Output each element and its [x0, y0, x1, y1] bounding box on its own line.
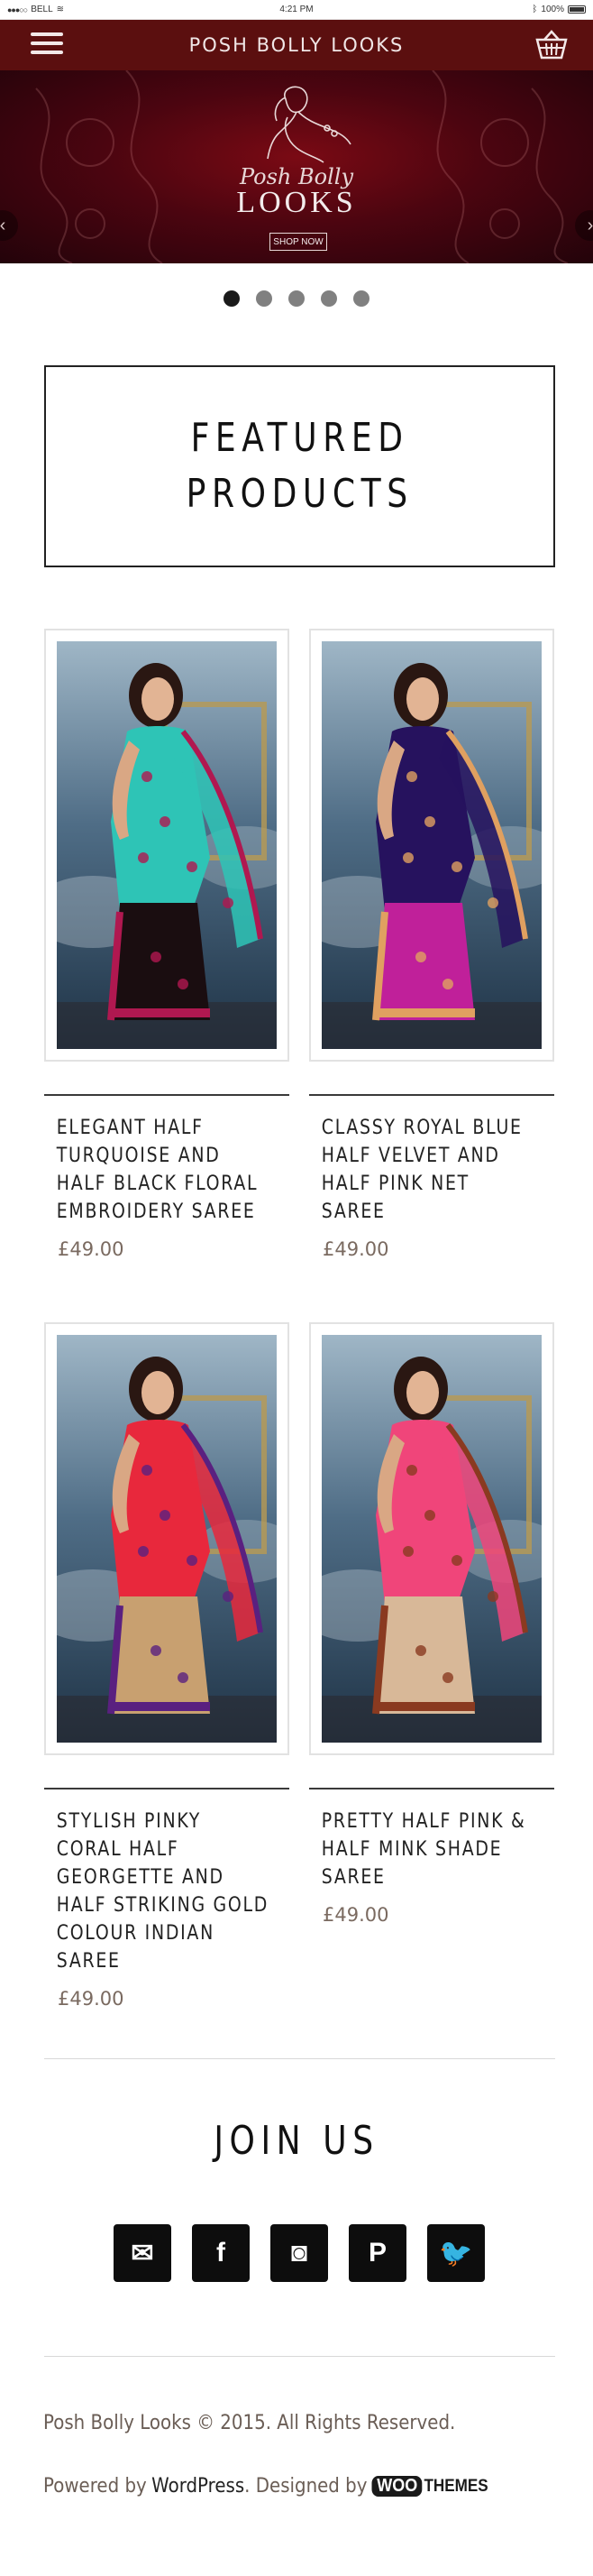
basket-icon[interactable] [534, 29, 570, 61]
clock: 4:21 PM [279, 5, 314, 14]
battery-icon [568, 5, 586, 14]
wordpress-link[interactable]: WordPress [151, 2475, 244, 2498]
woo-logo-part: WOO [371, 2476, 423, 2497]
pinterest-icon[interactable]: P [349, 2224, 406, 2282]
product-name[interactable]: Pretty Half Pink & Half Mink Shade Saree [309, 1808, 542, 1891]
product-price: £49.00 [58, 1988, 124, 2010]
slider-dot[interactable] [224, 290, 240, 307]
product-name[interactable]: Classy Royal Blue Half Velvet and Half P… [309, 1114, 542, 1226]
product-divider [44, 1788, 289, 1789]
shop-now-button[interactable]: SHOP NOW [269, 233, 327, 251]
slider-pagination [0, 290, 593, 307]
carrier-label: BELL [31, 5, 53, 14]
product-photo [295, 1335, 565, 1743]
featured-heading-line-1: FEATURED [190, 415, 409, 461]
product-photo [30, 641, 300, 1049]
status-right: ᛒ 100% [532, 5, 586, 14]
status-left: ●●●○○ BELL ≋ [7, 5, 64, 14]
product-price: £49.00 [323, 1238, 389, 1260]
product-image[interactable] [30, 629, 300, 1062]
product-image[interactable] [295, 1322, 565, 1755]
slider-dot[interactable] [321, 290, 337, 307]
slider-dot[interactable] [256, 290, 272, 307]
footer-divider [44, 2356, 555, 2357]
product-card[interactable]: Stylish Pinky Coral Half Georgette and H… [30, 1322, 300, 2010]
instagram-icon[interactable]: ◙ [270, 2224, 328, 2282]
section-divider [44, 2058, 555, 2059]
hero-banner[interactable]: Posh Bolly LOOKS SHOP NOW ‹ › [0, 70, 593, 263]
woman-illustration-icon [267, 86, 351, 163]
product-image[interactable] [295, 629, 565, 1062]
product-name[interactable]: Elegant Half Turquoise and Half Black Fl… [44, 1114, 277, 1226]
product-divider [44, 1094, 289, 1096]
product-image[interactable] [30, 1322, 300, 1755]
product-photo [295, 641, 565, 1049]
designed-by-label: . Designed by [244, 2475, 368, 2498]
powered-by-label: Powered by [43, 2475, 147, 2498]
email-icon[interactable]: ✉ [114, 2224, 171, 2282]
credits-line: Powered by WordPress. Designed by WOO THE… [43, 2475, 488, 2498]
social-links: ✉ f ◙ P 🐦 [114, 2224, 485, 2282]
twitter-icon[interactable]: 🐦 [427, 2224, 485, 2282]
signal-icon: ●●●○○ [7, 5, 28, 14]
woothemes-logo[interactable]: WOO THEMES [371, 2476, 488, 2497]
bluetooth-icon: ᛒ [532, 5, 538, 14]
slider-dot[interactable] [353, 290, 369, 307]
site-title[interactable]: POSH BOLLY LOOKS [189, 34, 405, 56]
product-price: £49.00 [323, 1904, 389, 1926]
slider-dot[interactable] [288, 290, 305, 307]
status-bar: ●●●○○ BELL ≋ 4:21 PM ᛒ 100% [0, 0, 593, 20]
product-name[interactable]: Stylish Pinky Coral Half Georgette and H… [44, 1808, 277, 1975]
battery-percent: 100% [541, 5, 564, 14]
product-photo [30, 1335, 300, 1743]
featured-heading-line-2: PRODUCTS [186, 471, 414, 517]
featured-products-heading: FEATURED PRODUCTS [44, 365, 555, 567]
product-card[interactable]: Pretty Half Pink & Half Mink Shade Saree… [295, 1322, 565, 1926]
product-divider [309, 1788, 554, 1789]
themes-logo-part: THEMES [424, 2476, 488, 2496]
join-us-heading: JOIN US [214, 2118, 379, 2164]
product-divider [309, 1094, 554, 1096]
copyright-text: Posh Bolly Looks © 2015. All Rights Rese… [43, 2412, 456, 2434]
product-card[interactable]: Classy Royal Blue Half Velvet and Half P… [295, 629, 565, 1260]
banner-logo [0, 81, 593, 172]
product-price: £49.00 [58, 1238, 124, 1260]
banner-logo-text: LOOKS [236, 186, 357, 219]
wifi-icon: ≋ [56, 5, 65, 14]
site-header: POSH BOLLY LOOKS [0, 20, 593, 70]
hamburger-menu-icon[interactable] [31, 32, 63, 58]
product-card[interactable]: Elegant Half Turquoise and Half Black Fl… [30, 629, 300, 1260]
facebook-icon[interactable]: f [192, 2224, 250, 2282]
